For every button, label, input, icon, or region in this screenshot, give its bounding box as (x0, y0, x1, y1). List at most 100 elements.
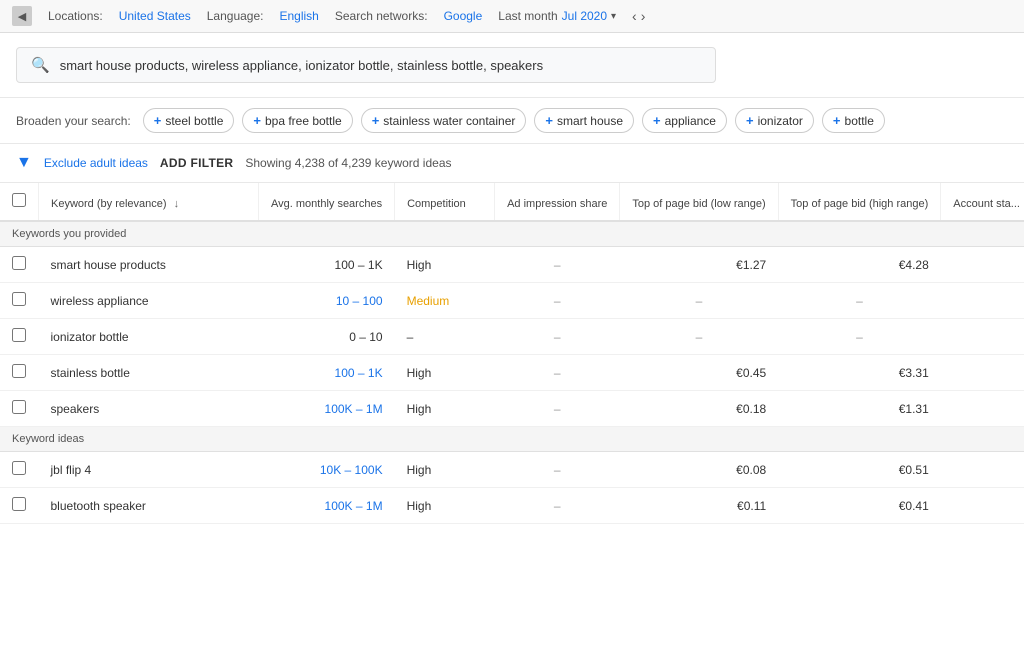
top-bid-low-cell: – (620, 319, 778, 355)
section-header-row: Keyword ideas (0, 427, 1024, 452)
plus-icon: + (746, 113, 754, 128)
section-label: Keyword ideas (0, 427, 1024, 452)
broaden-chip[interactable]: +stainless water container (361, 108, 527, 133)
avg-monthly-cell: 10K – 100K (259, 452, 395, 488)
competition-cell: Medium (395, 283, 495, 319)
plus-icon: + (372, 113, 380, 128)
competition-cell: – (395, 319, 495, 355)
search-icon: 🔍 (31, 56, 50, 74)
exclude-adult-link[interactable]: Exclude adult ideas (44, 156, 148, 170)
row-checkbox[interactable] (12, 400, 26, 414)
header-checkbox-cell (0, 183, 39, 221)
account-status-cell (941, 247, 1024, 283)
row-checkbox[interactable] (12, 364, 26, 378)
plus-icon: + (833, 113, 841, 128)
header-checkbox[interactable] (12, 193, 26, 207)
avg-monthly-cell: 100 – 1K (259, 247, 395, 283)
row-checkbox-cell (0, 283, 39, 319)
ad-impression-cell: – (495, 283, 620, 319)
competition-col-header: Competition (395, 183, 495, 221)
row-checkbox-cell (0, 391, 39, 427)
row-checkbox[interactable] (12, 256, 26, 270)
top-bid-low-cell: €0.11 (620, 488, 778, 524)
keyword-cell: speakers (39, 391, 259, 427)
table-row: wireless appliance10 – 100Medium––– (0, 283, 1024, 319)
plus-icon: + (545, 113, 553, 128)
top-bid-low-cell: €0.08 (620, 452, 778, 488)
row-checkbox[interactable] (12, 292, 26, 306)
last-month-label: Last month (498, 9, 557, 23)
keyword-cell: jbl flip 4 (39, 452, 259, 488)
top-bid-high-cell: – (778, 283, 941, 319)
account-status-col-header: Account sta... (941, 183, 1024, 221)
next-arrow[interactable]: › (641, 8, 646, 24)
table-row: bluetooth speaker100K – 1MHigh–€0.11€0.4… (0, 488, 1024, 524)
sort-icon: ↓ (174, 198, 180, 210)
prev-arrow[interactable]: ‹ (632, 8, 637, 24)
search-bar-container: 🔍 (0, 33, 1024, 98)
avg-monthly-cell: 100 – 1K (259, 355, 395, 391)
table-row: jbl flip 410K – 100KHigh–€0.08€0.51 (0, 452, 1024, 488)
network-value: Google (444, 9, 483, 23)
table-row: speakers100K – 1MHigh–€0.18€1.31 (0, 391, 1024, 427)
broaden-chip[interactable]: +bpa free bottle (242, 108, 352, 133)
row-checkbox-cell (0, 355, 39, 391)
top-bid-low-col-header: Top of page bid (low range) (620, 183, 778, 221)
keyword-cell: wireless appliance (39, 283, 259, 319)
account-status-cell (941, 319, 1024, 355)
row-checkbox[interactable] (12, 328, 26, 342)
account-status-cell (941, 283, 1024, 319)
keyword-cell: smart house products (39, 247, 259, 283)
ad-impression-cell: – (495, 355, 620, 391)
row-checkbox[interactable] (12, 461, 26, 475)
competition-cell: High (395, 355, 495, 391)
top-bid-low-cell: – (620, 283, 778, 319)
ad-impression-cell: – (495, 488, 620, 524)
avg-monthly-cell: 100K – 1M (259, 488, 395, 524)
competition-cell: High (395, 452, 495, 488)
lang-value: English (279, 9, 318, 23)
avg-monthly-cell: 0 – 10 (259, 319, 395, 355)
broaden-chip[interactable]: +steel bottle (143, 108, 235, 133)
keyword-cell: stainless bottle (39, 355, 259, 391)
top-bid-high-cell: €4.28 (778, 247, 941, 283)
add-filter-button[interactable]: ADD FILTER (160, 156, 233, 170)
broaden-chip[interactable]: +bottle (822, 108, 885, 133)
account-status-cell (941, 355, 1024, 391)
back-arrow[interactable]: ◀ (12, 6, 32, 26)
top-bid-low-cell: €1.27 (620, 247, 778, 283)
top-bid-high-cell: – (778, 319, 941, 355)
broaden-row: Broaden your search: +steel bottle+bpa f… (0, 98, 1024, 144)
table-container: Keyword (by relevance) ↓ Avg. monthly se… (0, 183, 1024, 524)
competition-cell: High (395, 488, 495, 524)
top-bid-high-cell: €1.31 (778, 391, 941, 427)
top-bid-high-col-header: Top of page bid (high range) (778, 183, 941, 221)
top-bid-high-cell: €0.51 (778, 452, 941, 488)
date-selector[interactable]: Last month Jul 2020 ▾ (498, 9, 616, 23)
avg-monthly-cell: 100K – 1M (259, 391, 395, 427)
broaden-chip[interactable]: +smart house (534, 108, 634, 133)
row-checkbox-cell (0, 247, 39, 283)
ad-impression-cell: – (495, 391, 620, 427)
search-input[interactable] (60, 58, 701, 73)
broaden-chip[interactable]: +ionizator (735, 108, 814, 133)
broaden-chip[interactable]: +appliance (642, 108, 727, 133)
table-row: ionizator bottle0 – 10–––– (0, 319, 1024, 355)
location-label: Locations: (48, 9, 103, 23)
avg-monthly-cell: 10 – 100 (259, 283, 395, 319)
row-checkbox-cell (0, 488, 39, 524)
keyword-col-header[interactable]: Keyword (by relevance) ↓ (39, 183, 259, 221)
top-bid-high-cell: €3.31 (778, 355, 941, 391)
ad-impression-cell: – (495, 247, 620, 283)
plus-icon: + (653, 113, 661, 128)
search-bar: 🔍 (16, 47, 716, 83)
ad-impression-cell: – (495, 319, 620, 355)
plus-icon: + (154, 113, 162, 128)
date-value: Jul 2020 (562, 9, 607, 23)
location-value: United States (119, 9, 191, 23)
plus-icon: + (253, 113, 261, 128)
network-label: Search networks: (335, 9, 428, 23)
filter-icon: ▼ (16, 154, 32, 172)
row-checkbox[interactable] (12, 497, 26, 511)
ad-impression-cell: – (495, 452, 620, 488)
